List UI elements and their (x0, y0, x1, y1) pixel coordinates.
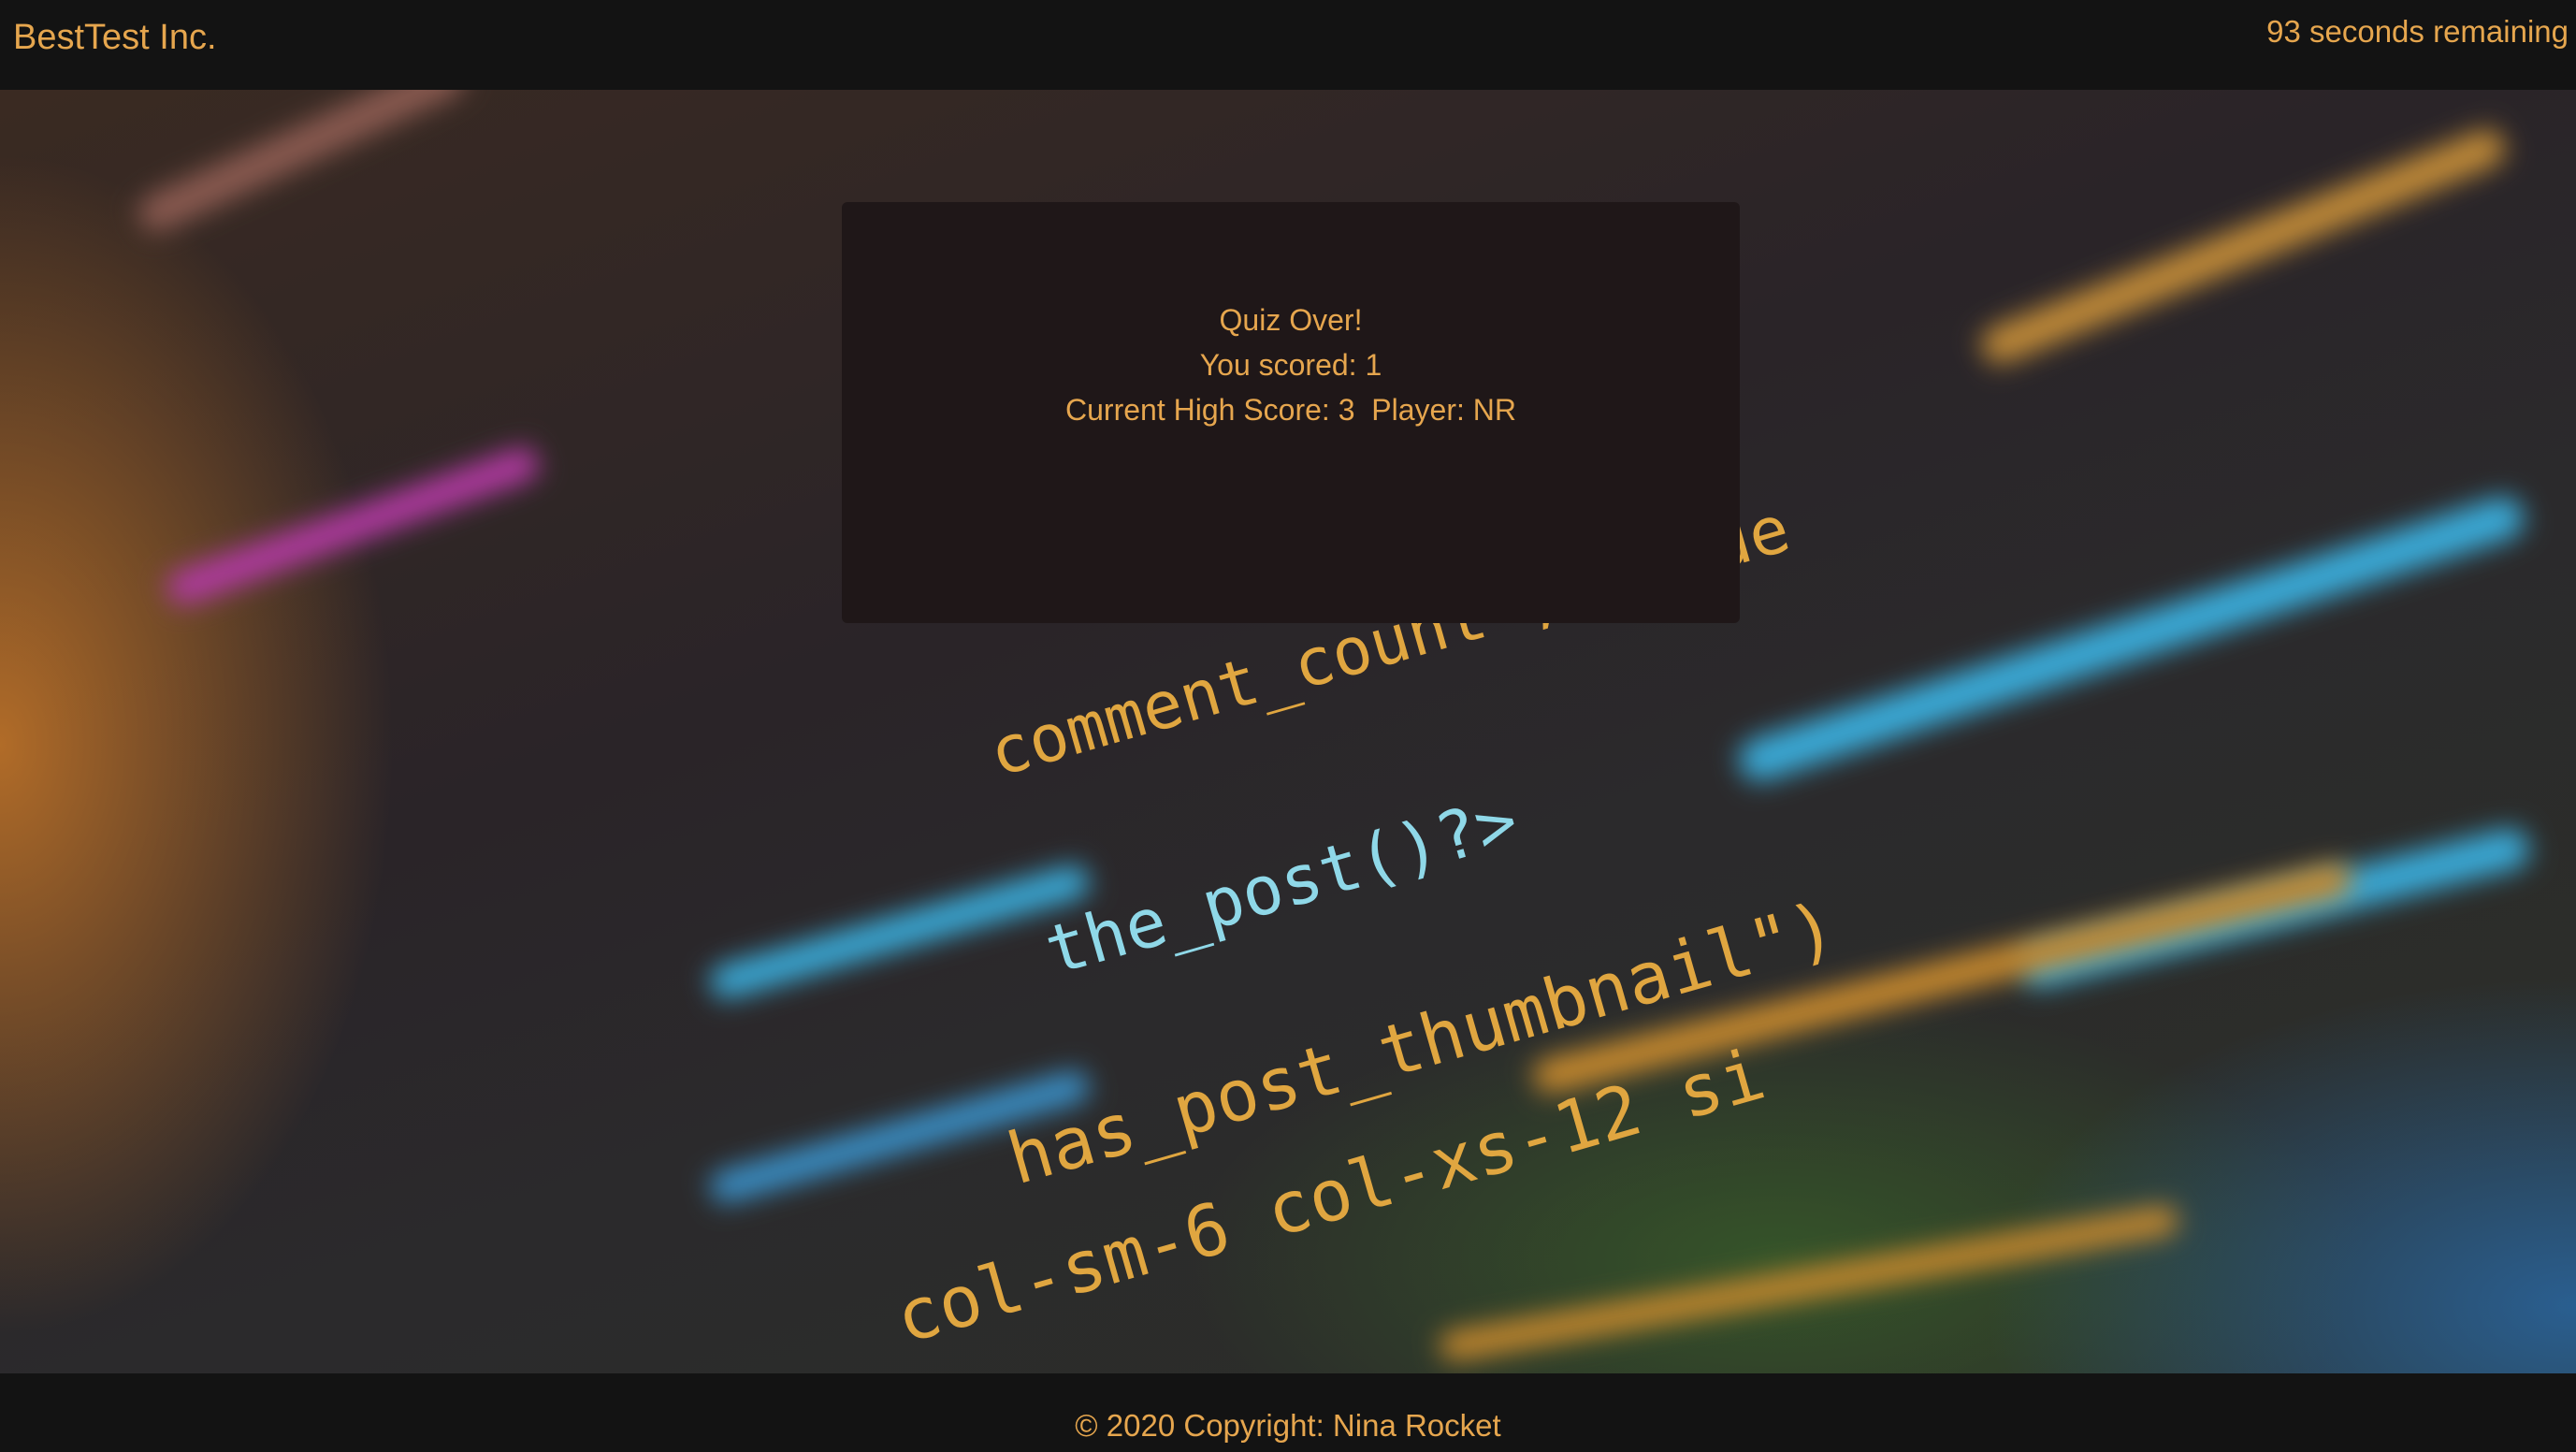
blur-stroke (132, 90, 470, 239)
blur-stroke (1732, 491, 2530, 787)
blur-stroke (1975, 123, 2511, 370)
blur-stroke (162, 443, 543, 609)
countdown-timer: 93 seconds remaining (2266, 14, 2569, 49)
quiz-result-card: Quiz Over! You scored: 1 Current High Sc… (842, 202, 1740, 623)
score-text: You scored: 1 (1199, 348, 1382, 382)
quiz-result-text: Quiz Over! You scored: 1 Current High Sc… (842, 298, 1740, 432)
quiz-over-title: Quiz Over! (1219, 303, 1363, 337)
top-navbar: BestTest Inc. 93 seconds remaining (0, 0, 2576, 90)
copyright-text: © 2020 Copyright: Nina Rocket (1075, 1408, 1501, 1443)
blur-stroke (706, 861, 1093, 1003)
brand-logo-text[interactable]: BestTest Inc. (13, 19, 217, 56)
blur-stroke (1438, 1204, 2180, 1362)
footer: © 2020 Copyright: Nina Rocket (0, 1373, 2576, 1452)
code-line: the_post()?> (1036, 780, 1527, 991)
high-score-text: Current High Score: 3 Player: NR (1065, 393, 1516, 427)
